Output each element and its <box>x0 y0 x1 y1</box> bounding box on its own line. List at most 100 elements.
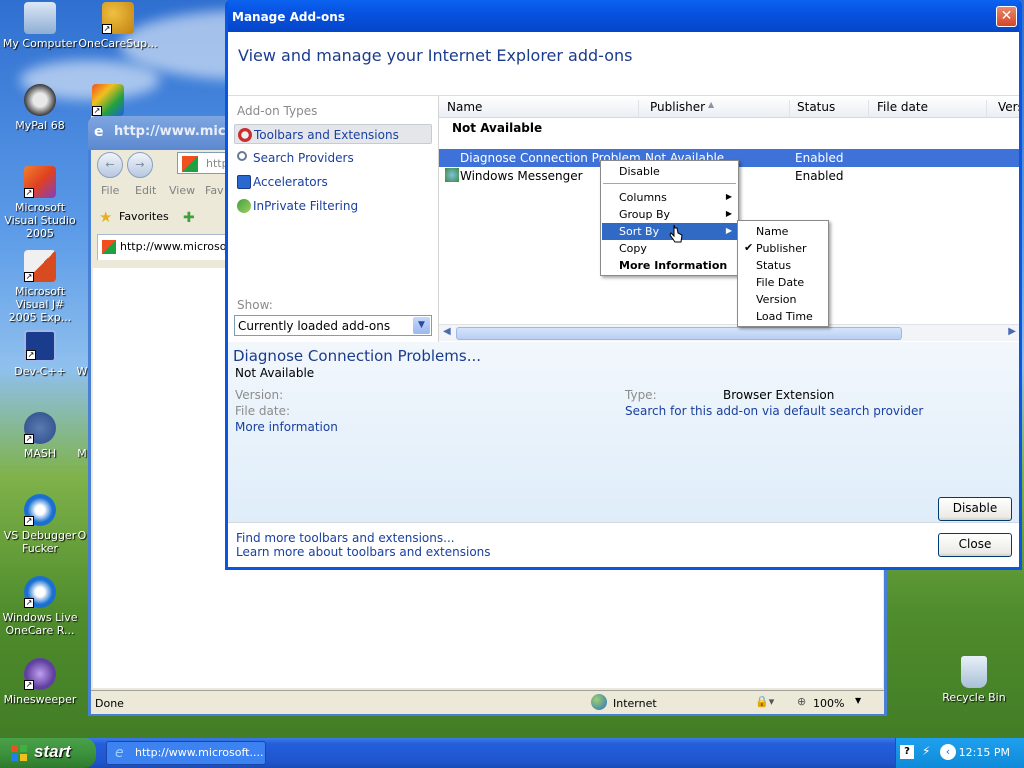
sort-name[interactable]: Name <box>739 223 827 240</box>
raccoon-icon <box>24 84 56 116</box>
mine-icon: ↗ <box>24 658 56 690</box>
menu-item-columns[interactable]: Columns ▶ <box>602 189 737 206</box>
zone-text: Internet <box>613 697 657 710</box>
status-text: Done <box>95 697 124 710</box>
help-icon[interactable]: ? <box>900 745 914 759</box>
show-dropdown[interactable]: Currently loaded add-ons ▼ <box>234 315 432 336</box>
learn-more-link[interactable]: Learn more about toolbars and extensions <box>236 545 491 559</box>
group-header: Not Available <box>452 121 543 135</box>
toolbar-extension-icon <box>238 128 252 142</box>
desktop-icon-onecare[interactable]: ↗ Windows Live OneCare R... <box>0 576 80 637</box>
protected-mode-icon[interactable]: 🔒▾ <box>755 695 774 708</box>
sort-ascending-icon: ▲ <box>708 100 715 109</box>
sort-by-submenu[interactable]: Name ✔ Publisher Status File Date Versio… <box>737 220 829 327</box>
zoom-level[interactable]: 100% <box>813 697 844 710</box>
vjsharp-icon: ↗ <box>24 250 56 282</box>
manage-addons-dialog[interactable]: Manage Add-ons ✕ View and manage your In… <box>225 0 1022 570</box>
file-date-label: File date: <box>235 404 290 418</box>
dialog-body: View and manage your Internet Explorer a… <box>228 32 1019 567</box>
disable-button[interactable]: Disable <box>938 497 1012 521</box>
search-addon-link[interactable]: Search for this add-on via default searc… <box>625 404 923 418</box>
forward-button[interactable]: → <box>127 152 153 178</box>
submenu-arrow-icon: ▶ <box>725 192 732 201</box>
desktop-icon-devcpp[interactable]: ↗ Dev-C++ <box>0 330 80 378</box>
submenu-arrow-icon: ▶ <box>725 209 732 218</box>
addon-types-label: Add-on Types <box>237 104 318 118</box>
windows-logo-icon <box>102 240 116 254</box>
system-tray: ? ⚡ ‹ 12:15 PM <box>895 738 1024 768</box>
context-menu[interactable]: Disable Columns ▶ Group By ▶ Sort By ▶ Copy… <box>600 160 739 276</box>
more-information-link[interactable]: More information <box>235 420 338 434</box>
column-version[interactable]: Vers <box>998 100 1019 118</box>
menu-item-disable[interactable]: Disable <box>602 163 737 180</box>
inprivate-icon <box>237 199 251 213</box>
desktop-icon-vs-debugger[interactable]: ↗ VS Debugger Fucker <box>0 494 80 555</box>
desktop-icon-partial[interactable]: ↗ <box>78 84 138 119</box>
taskbar-ie-button[interactable]: e http://www.microsoft.... <box>106 741 266 765</box>
dialog-heading: View and manage your Internet Explorer a… <box>238 46 633 65</box>
find-more-link[interactable]: Find more toolbars and extensions... <box>236 531 455 545</box>
menu-separator <box>603 183 736 184</box>
desktop-icon-my-computer[interactable]: My Computer <box>0 2 80 50</box>
menu-item-group-by[interactable]: Group By ▶ <box>602 206 737 223</box>
scroll-right-icon[interactable]: ▶ <box>1008 326 1016 337</box>
close-button[interactable]: Close <box>938 533 1012 557</box>
desktop-icon-mypal[interactable]: MyPal 68 <box>0 84 80 132</box>
addon-type-search[interactable]: Search Providers <box>234 148 432 168</box>
desktop-icon-vjsharp[interactable]: ↗ Microsoft Visual J# 2005 Exp... <box>0 250 80 324</box>
menu-view[interactable]: View <box>169 184 195 197</box>
horizontal-scrollbar[interactable]: ◀ ▶ <box>439 324 1019 341</box>
people-icon: ↗ <box>102 2 134 34</box>
column-name[interactable]: Name <box>447 100 639 118</box>
network-icon[interactable]: ⚡ <box>922 744 930 758</box>
ie-logo-icon: e <box>94 124 104 140</box>
column-publisher[interactable]: Publisher ▲ <box>650 100 790 118</box>
mash-icon: ↗ <box>24 412 56 444</box>
dialog-titlebar[interactable]: Manage Add-ons ✕ <box>228 0 1019 32</box>
desktop-icon-recycle-bin[interactable]: Recycle Bin <box>934 656 1014 704</box>
back-button[interactable]: ← <box>97 152 123 178</box>
column-status[interactable]: Status <box>797 100 869 118</box>
sort-publisher[interactable]: ✔ Publisher <box>739 240 827 257</box>
sort-file-date[interactable]: File Date <box>739 274 827 291</box>
addon-type-toolbars[interactable]: Toolbars and Extensions <box>234 124 432 144</box>
windows-flag-icon <box>11 745 27 761</box>
desktop-icon-visual-studio[interactable]: ↗ Microsoft Visual Studio 2005 <box>0 166 80 240</box>
debugger-icon: ↗ <box>24 494 56 526</box>
addon-type-accelerators[interactable]: Accelerators <box>234 172 432 192</box>
column-file-date[interactable]: File date <box>877 100 987 118</box>
submenu-arrow-icon: ▶ <box>725 226 732 235</box>
list-header: Name Publisher ▲ Status File date Vers <box>439 96 1019 118</box>
menu-file[interactable]: File <box>101 184 119 197</box>
windows-logo-icon <box>182 156 198 172</box>
clock[interactable]: 12:15 PM <box>959 746 1010 759</box>
version-label: Version: <box>235 388 284 402</box>
scrollbar-thumb[interactable] <box>456 327 902 340</box>
desktop-icon-mash[interactable]: ↗ MASH <box>0 412 80 460</box>
desktop-icon-minesweeper[interactable]: ↗ Minesweeper <box>0 658 80 706</box>
scroll-left-icon[interactable]: ◀ <box>443 326 451 337</box>
menu-item-more-information[interactable]: More Information <box>602 257 737 274</box>
desktop-icon-onecare-support[interactable]: ↗ OneCareSup... <box>78 2 158 50</box>
mouse-cursor-icon <box>669 224 683 243</box>
tab-microsoft[interactable]: http://www.microsof <box>97 234 237 260</box>
onecare-icon: ↗ <box>24 576 56 608</box>
start-button[interactable]: start <box>0 738 96 768</box>
addon-type-inprivate[interactable]: InPrivate Filtering <box>234 196 432 216</box>
checkmark-icon: ✔ <box>744 241 754 254</box>
accelerator-icon <box>237 175 251 189</box>
favorites-button[interactable]: ★ Favorites <box>99 208 179 228</box>
zoom-dropdown-icon[interactable]: ▼ <box>855 696 861 705</box>
menu-edit[interactable]: Edit <box>135 184 156 197</box>
tray-collapse-icon[interactable]: ‹ <box>940 744 956 760</box>
add-favorite-icon[interactable]: ✚ <box>183 210 195 226</box>
recycle-bin-icon <box>961 656 987 688</box>
internet-globe-icon <box>591 694 607 710</box>
menu-favorites[interactable]: Fav <box>205 184 224 197</box>
ie-statusbar: Done Internet 🔒▾ ⊕ 100% ▼ <box>91 690 884 714</box>
sort-load-time[interactable]: Load Time <box>739 308 827 325</box>
close-icon[interactable]: ✕ <box>996 6 1017 27</box>
sort-status[interactable]: Status <box>739 257 827 274</box>
sort-version[interactable]: Version <box>739 291 827 308</box>
dialog-header: View and manage your Internet Explorer a… <box>228 32 1019 96</box>
